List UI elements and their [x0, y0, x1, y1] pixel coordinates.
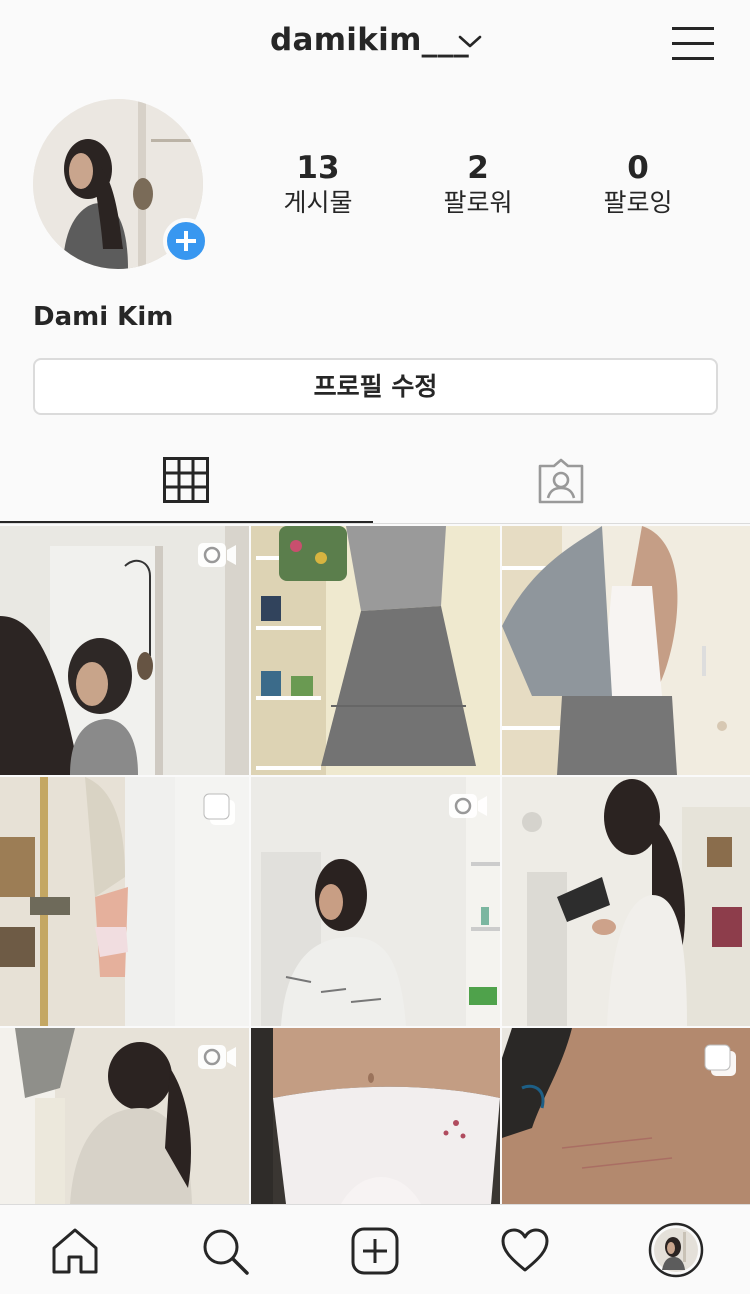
profile-full-name: Dami Kim [33, 302, 174, 332]
stat-label: 팔로워 [443, 188, 513, 217]
username-switcher[interactable]: damikim___ [270, 22, 469, 58]
post-image [502, 526, 750, 775]
post-thumbnail[interactable] [0, 777, 249, 1026]
plus-icon [176, 231, 196, 251]
video-icon [198, 543, 236, 567]
home-icon[interactable] [50, 1226, 100, 1276]
top-bar: damikim___ [0, 0, 750, 90]
activity-heart-icon[interactable] [500, 1226, 550, 1276]
post-thumbnail[interactable] [502, 526, 750, 775]
post-image [251, 1028, 500, 1204]
tagged-person-icon[interactable] [536, 458, 586, 504]
new-post-icon[interactable] [350, 1226, 400, 1276]
profile-tabs [0, 438, 750, 524]
post-thumbnail[interactable] [502, 1028, 750, 1204]
post-thumbnail[interactable] [0, 1028, 249, 1204]
carousel-icon [704, 1044, 736, 1076]
post-thumbnail[interactable] [251, 777, 500, 1026]
edit-profile-button[interactable]: 프로필 수정 [33, 358, 718, 415]
stat-number: 0 [627, 150, 649, 186]
post-image [502, 777, 750, 1026]
search-icon[interactable] [200, 1226, 250, 1276]
chevron-down-icon[interactable] [458, 34, 482, 50]
stat-number: 13 [296, 150, 340, 186]
video-icon [198, 1045, 236, 1069]
post-image [251, 526, 500, 775]
stat-label: 팔로잉 [603, 188, 673, 217]
post-thumbnail[interactable] [251, 1028, 500, 1204]
menu-icon[interactable] [672, 24, 714, 64]
following-count[interactable]: 0 팔로잉 [568, 150, 708, 220]
grid-icon[interactable] [163, 457, 209, 503]
post-thumbnail[interactable] [251, 526, 500, 775]
profile-avatar-icon[interactable] [648, 1222, 704, 1278]
followers-count[interactable]: 2 팔로워 [408, 150, 548, 220]
active-tab-indicator [0, 521, 373, 523]
stat-number: 2 [467, 150, 489, 186]
add-story-button[interactable] [163, 218, 209, 264]
stat-label: 게시물 [283, 188, 353, 217]
video-icon [449, 794, 487, 818]
post-thumbnail[interactable] [0, 526, 249, 775]
post-thumbnail[interactable] [502, 777, 750, 1026]
carousel-icon [203, 793, 235, 825]
posts-count[interactable]: 13 게시물 [248, 150, 388, 220]
